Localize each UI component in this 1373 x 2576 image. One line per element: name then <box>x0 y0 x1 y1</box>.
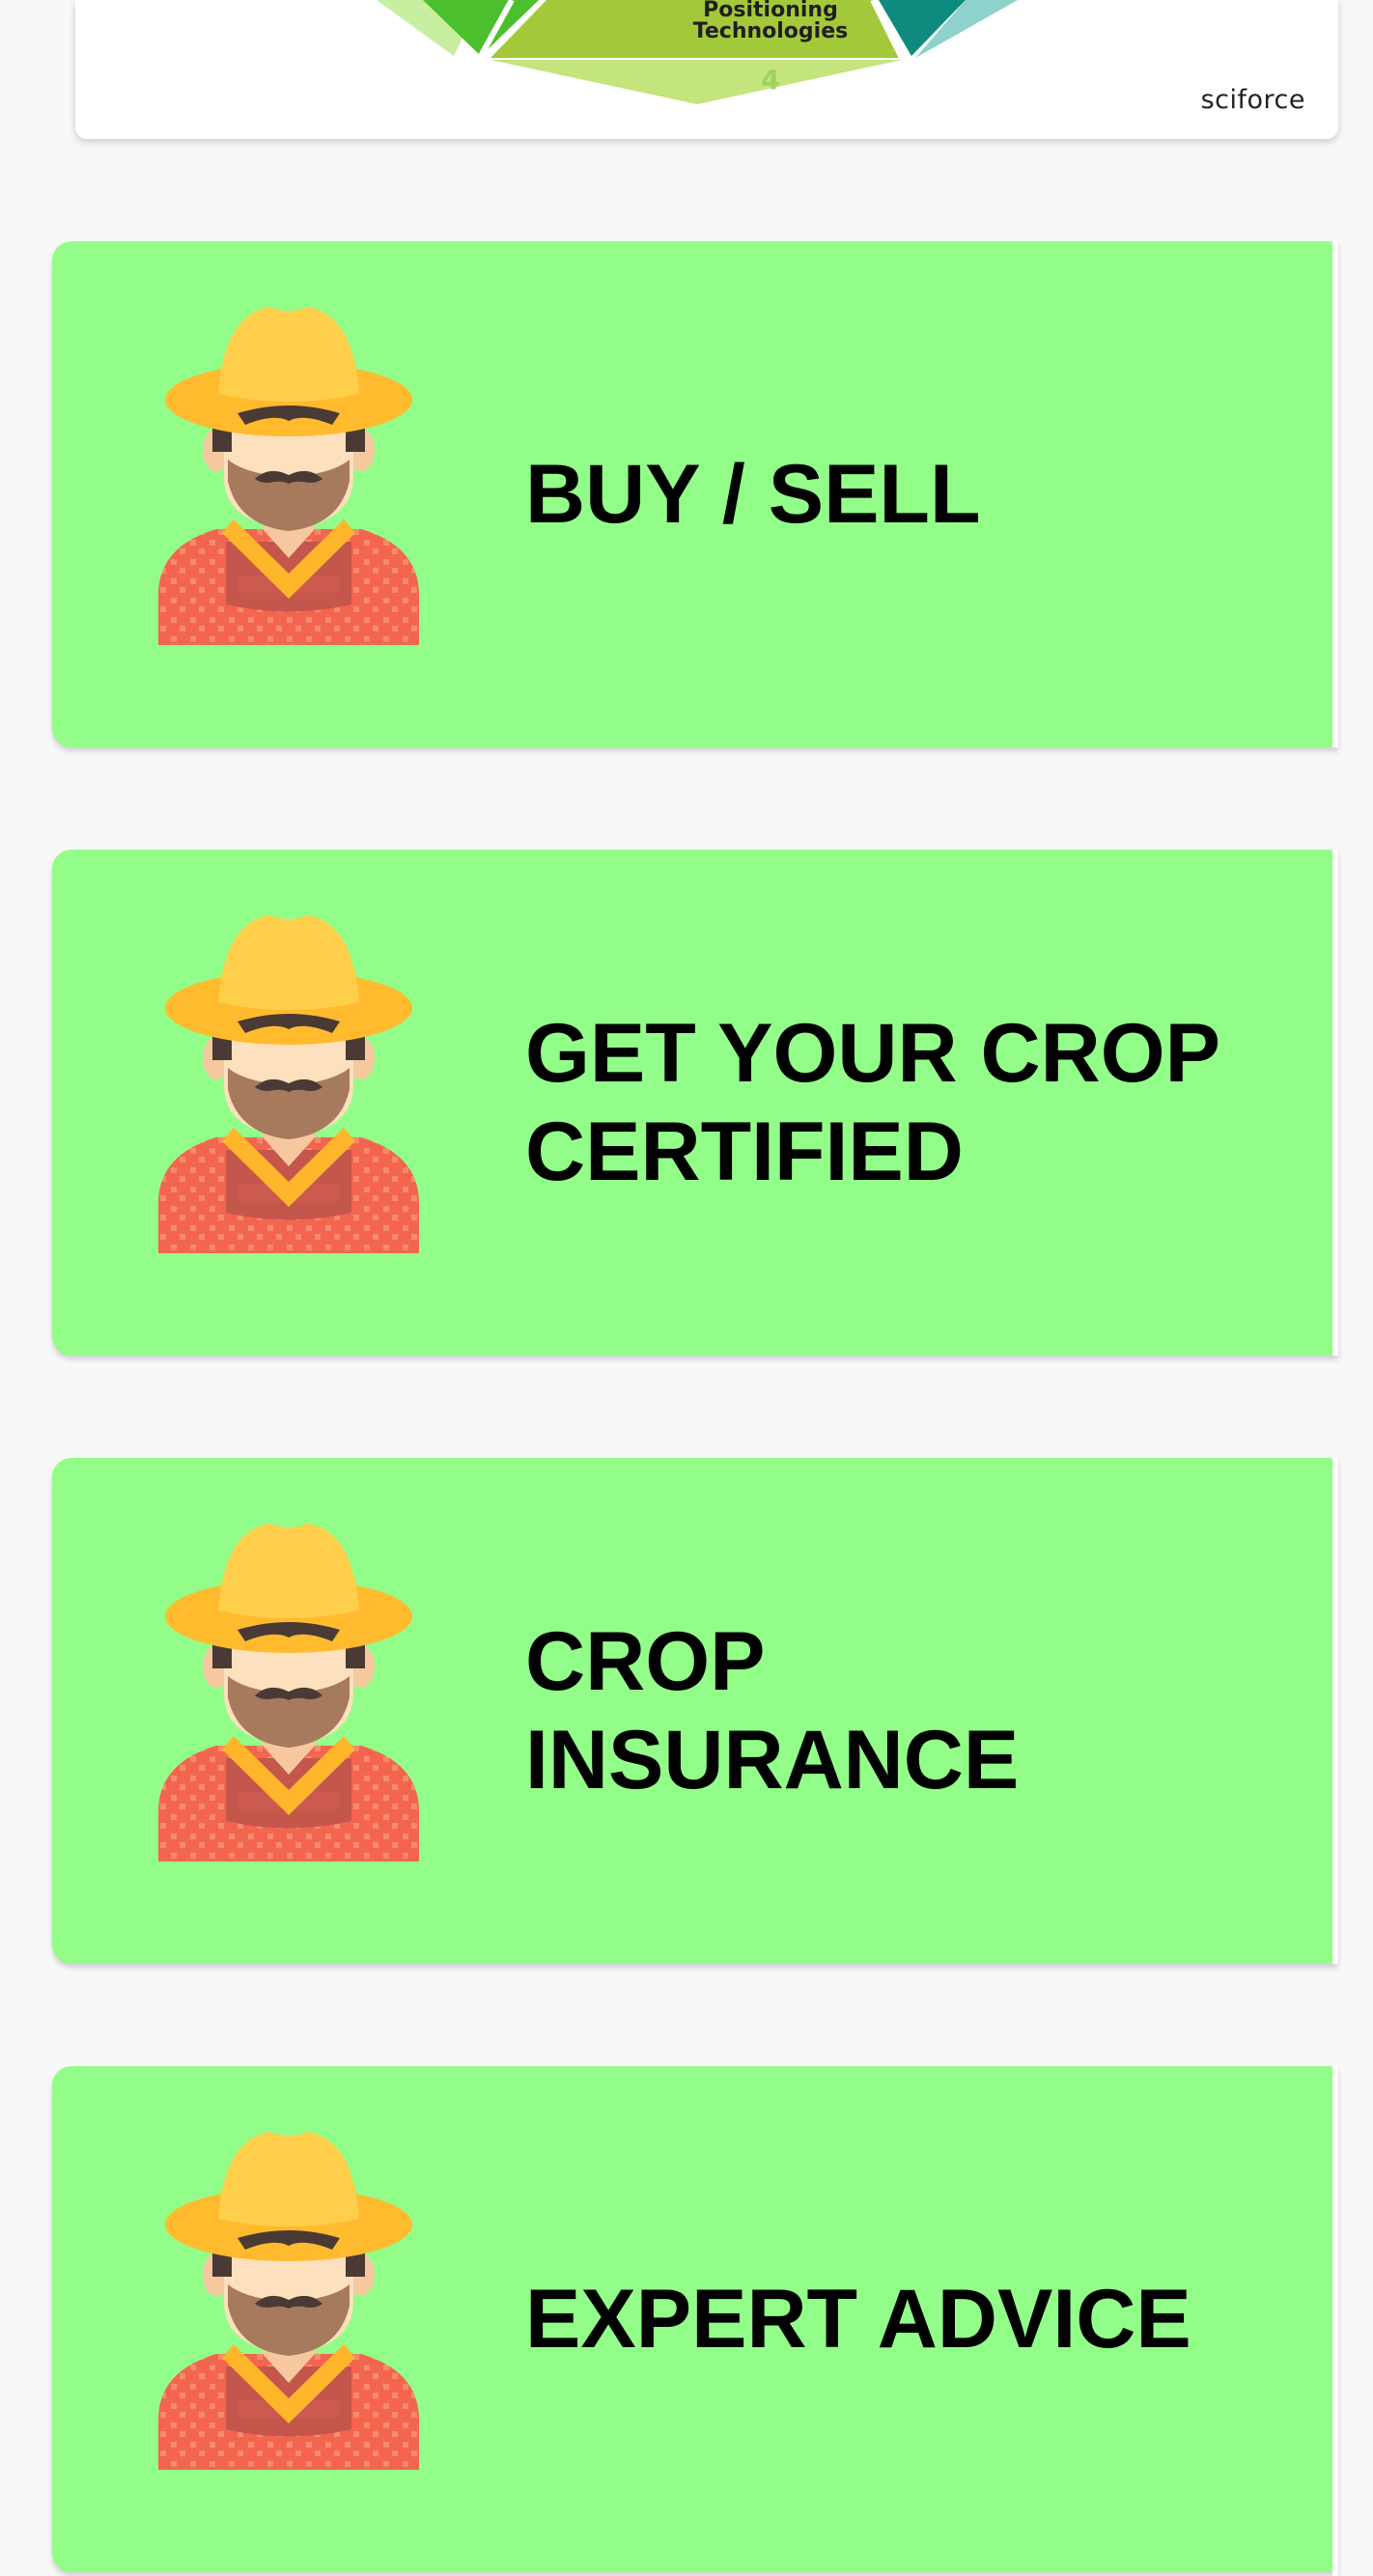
brand-logo-text: sciforce <box>1200 85 1305 115</box>
expert-advice-card[interactable]: EXPERT ADVICE <box>52 2066 1338 2572</box>
segment-label-line1: Positioning <box>703 0 838 22</box>
card-edge <box>1332 241 1338 747</box>
crop-insurance-label: CROP INSURANCE <box>525 1615 1020 1806</box>
card-edge <box>1332 2066 1338 2576</box>
card-edge <box>1332 850 1338 1356</box>
segment-label-line2: Technologies <box>692 19 849 43</box>
buy-sell-card[interactable]: BUY / SELL <box>52 241 1338 747</box>
segment-number: 4 <box>761 64 780 96</box>
crop-certification-card[interactable]: GET YOUR CROP CERTIFIED <box>52 850 1338 1356</box>
infographic-card: Positioning Technologies 4 sciforce <box>75 0 1338 139</box>
farmer-icon <box>158 1524 419 1862</box>
crop-insurance-card[interactable]: CROP INSURANCE <box>52 1458 1338 1964</box>
farmer-icon <box>158 307 419 645</box>
crop-certification-label: GET YOUR CROP CERTIFIED <box>525 1007 1220 1198</box>
farmer-icon <box>158 915 419 1253</box>
buy-sell-label: BUY / SELL <box>525 448 981 541</box>
card-edge <box>1332 1458 1338 1964</box>
expert-advice-label: EXPERT ADVICE <box>525 2273 1191 2366</box>
farmer-icon <box>158 2132 419 2470</box>
